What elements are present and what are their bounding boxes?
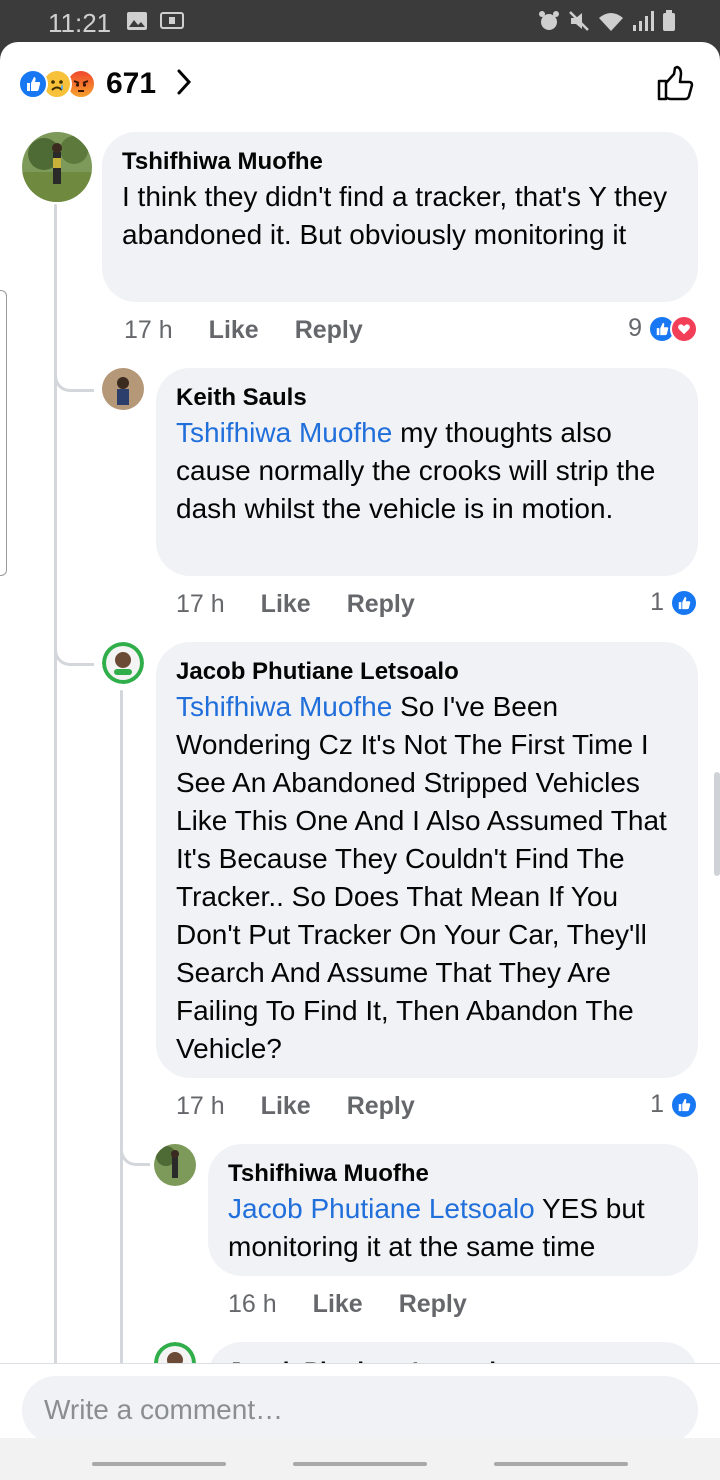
thread-line: [120, 690, 123, 1380]
scrollbar-thumb[interactable]: [714, 772, 720, 876]
comment-text: So I've Been Wondering Cz It's Not The F…: [176, 691, 667, 1064]
mention-link[interactable]: Tshifhiwa Muofhe: [176, 691, 392, 722]
avatar[interactable]: [102, 368, 144, 410]
comment-input[interactable]: [22, 1376, 698, 1444]
mute-icon: [568, 10, 590, 37]
home-button[interactable]: [293, 1462, 427, 1466]
reaction-count: 1: [650, 588, 664, 616]
reply-connector: [120, 1116, 150, 1166]
comment-author[interactable]: Tshifhiwa Muofhe: [122, 146, 678, 178]
comment-author[interactable]: Jacob Phutiane Letsoalo: [176, 656, 678, 688]
comment-reactions[interactable]: 9: [628, 314, 698, 343]
comment-author[interactable]: Tshifhiwa Muofhe: [228, 1158, 678, 1190]
signal-icon: [632, 10, 654, 37]
comment-time[interactable]: 17 h: [124, 316, 173, 345]
like-button[interactable]: Like: [313, 1290, 363, 1319]
gallery-icon: [126, 11, 148, 36]
avatar[interactable]: [102, 642, 144, 684]
reactions-summary[interactable]: 671: [18, 64, 192, 104]
reply-button[interactable]: Reply: [295, 316, 363, 345]
comment-text: I think they didn't find a tracker, that…: [122, 181, 668, 250]
like-icon: [670, 588, 698, 617]
comment-bubble: Tshifhiwa Muofhe I think they didn't fin…: [102, 132, 698, 302]
comment-bubble: Tshifhiwa Muofhe Jacob Phutiane Letsoalo…: [208, 1144, 698, 1276]
screen-icon: [160, 11, 184, 36]
comment-time[interactable]: 17 h: [176, 1092, 225, 1121]
mention-link[interactable]: Tshifhiwa Muofhe: [176, 417, 392, 448]
comment-bubble: Keith Sauls Tshifhiwa Muofhe my thoughts…: [156, 368, 698, 576]
love-icon: [670, 314, 698, 343]
reply-button[interactable]: Reply: [399, 1290, 467, 1319]
reaction-count: 671: [106, 67, 157, 100]
avatar[interactable]: [22, 132, 92, 202]
like-button[interactable]: Like: [261, 1092, 311, 1121]
like-button[interactable]: Like: [209, 316, 259, 345]
navigation-bar: [0, 1438, 720, 1480]
status-time: 11:21: [48, 8, 112, 38]
reply-button[interactable]: Reply: [347, 590, 415, 619]
comments-sheet: 671 Tshifhiwa Muofhe I think they didn't…: [0, 42, 720, 1480]
like-reaction-icon: [18, 69, 48, 99]
reaction-count: 1: [650, 1090, 664, 1118]
like-icon: [670, 1090, 698, 1119]
like-post-button[interactable]: [656, 64, 694, 107]
reaction-count: 9: [628, 314, 642, 342]
back-button[interactable]: [494, 1462, 628, 1466]
recents-button[interactable]: [92, 1462, 226, 1466]
comment-reactions[interactable]: 1: [650, 588, 698, 617]
comment-time[interactable]: 17 h: [176, 590, 225, 619]
comment-reactions[interactable]: 1: [650, 1090, 698, 1119]
like-button[interactable]: Like: [261, 590, 311, 619]
mention-link[interactable]: Jacob Phutiane Letsoalo: [228, 1193, 535, 1224]
wifi-icon: [598, 10, 624, 37]
edge-panel-handle[interactable]: [0, 290, 7, 576]
reply-connector: [54, 614, 94, 666]
avatar[interactable]: [154, 1144, 196, 1186]
thumbs-up-outline-icon: [657, 65, 694, 101]
status-bar: 11:21: [0, 0, 720, 42]
comment-bubble: Jacob Phutiane Letsoalo Tshifhiwa Muofhe…: [156, 642, 698, 1078]
battery-icon: [662, 10, 676, 37]
alarm-icon: [538, 10, 560, 37]
comment-author[interactable]: Keith Sauls: [176, 382, 678, 414]
chevron-right-icon[interactable]: [176, 68, 192, 101]
reply-button[interactable]: Reply: [347, 1092, 415, 1121]
comment-time[interactable]: 16 h: [228, 1290, 277, 1319]
reply-connector: [54, 342, 94, 392]
